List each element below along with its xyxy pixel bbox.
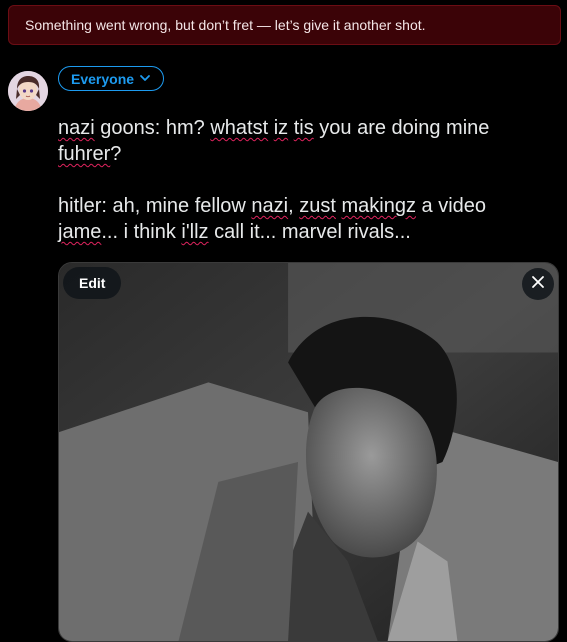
error-banner: Something went wrong, but don’t fret — l… <box>8 5 561 45</box>
post-line-1: nazi goons: hm? whatst iz tis you are do… <box>58 117 490 165</box>
error-banner-text: Something went wrong, but don’t fret — l… <box>25 17 426 33</box>
edit-media-label: Edit <box>79 275 106 291</box>
remove-media-button[interactable] <box>522 268 554 300</box>
chevron-down-icon <box>139 71 151 87</box>
audience-button[interactable]: Everyone <box>58 66 165 91</box>
attached-media[interactable]: Edit <box>58 262 559 642</box>
attached-photo <box>59 263 558 641</box>
audience-label: Everyone <box>71 70 135 87</box>
close-icon <box>530 274 546 295</box>
edit-media-button[interactable]: Edit <box>63 267 122 299</box>
post-text-area[interactable]: nazi goons: hm? whatst iz tis you are do… <box>58 115 528 271</box>
post-line-2: hitler: ah, mine fellow nazi, zust makin… <box>58 195 487 243</box>
avatar[interactable] <box>8 71 48 111</box>
avatar-image <box>8 71 48 111</box>
